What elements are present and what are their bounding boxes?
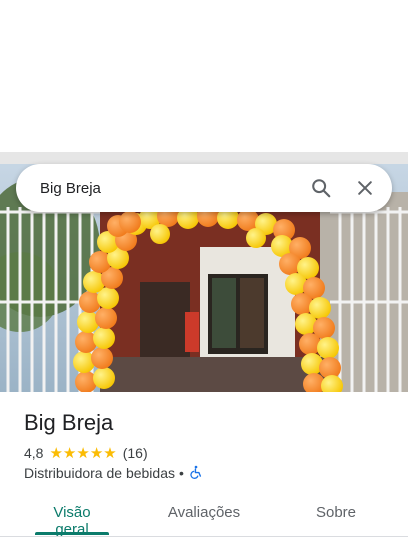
search-bar[interactable]: Big Breja: [16, 164, 392, 212]
close-icon[interactable]: [348, 171, 382, 205]
search-input[interactable]: Big Breja: [40, 180, 304, 197]
star-icon: ★: [49, 444, 63, 462]
star-icon: ★: [62, 444, 77, 462]
star-icon: ★: [76, 444, 90, 462]
star-rating: ★ ★ ★ ★ ★: [49, 446, 116, 461]
tab-about[interactable]: Sobre: [314, 504, 358, 521]
rating-value: 4,8: [24, 445, 44, 461]
star-icon: ★: [89, 444, 104, 462]
category-row: Distribuidora de bebidas •: [24, 464, 203, 482]
tab-reviews[interactable]: Avaliações: [166, 504, 242, 521]
wheelchair-icon[interactable]: [189, 465, 203, 482]
search-icon[interactable]: [304, 171, 338, 205]
star-icon: ★: [103, 444, 117, 462]
place-category: Distribuidora de bebidas: [24, 465, 175, 481]
separator-dot: •: [178, 465, 184, 481]
blank-area: [0, 0, 408, 152]
rating-row[interactable]: 4,8 ★ ★ ★ ★ ★ (16): [24, 444, 148, 462]
review-count[interactable]: (16): [123, 445, 148, 461]
tab-bar: Visão geral Avaliações Sobre: [0, 494, 408, 538]
tab-divider: [0, 536, 408, 537]
active-tab-indicator: [35, 532, 109, 535]
place-title: Big Breja: [24, 410, 114, 435]
